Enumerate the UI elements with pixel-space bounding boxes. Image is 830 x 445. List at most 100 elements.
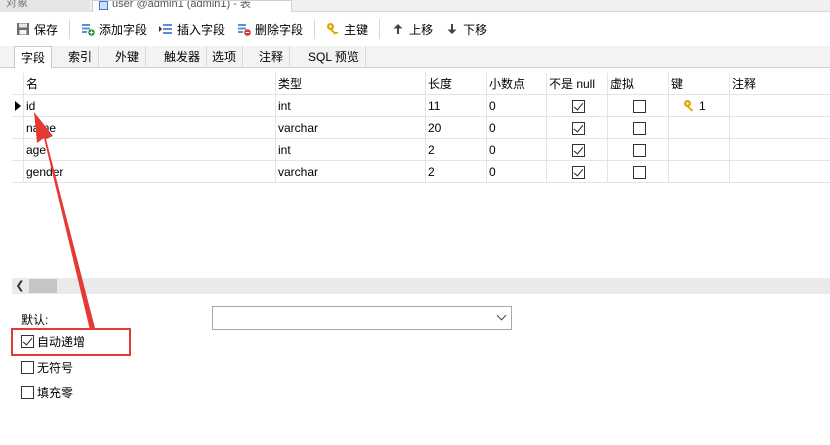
primary-key-button[interactable]: 主键 bbox=[320, 16, 374, 42]
virtual-cell[interactable] bbox=[608, 161, 669, 183]
tab-foreign-keys[interactable]: 外键 bbox=[109, 46, 147, 68]
field-length-cell[interactable]: 20 bbox=[426, 117, 487, 139]
field-comment-cell[interactable] bbox=[730, 117, 830, 139]
field-name-cell[interactable]: name bbox=[24, 117, 276, 139]
delete-field-button[interactable]: 删除字段 bbox=[231, 16, 309, 42]
not-null-cell[interactable] bbox=[547, 139, 608, 161]
not-null-checkbox[interactable] bbox=[571, 122, 585, 136]
key-cell[interactable]: 1 bbox=[669, 95, 730, 117]
horizontal-scrollbar[interactable]: ❮ bbox=[12, 278, 830, 294]
virtual-cell[interactable] bbox=[608, 139, 669, 161]
field-type-cell[interactable]: int bbox=[276, 95, 426, 117]
field-decimals-cell[interactable]: 0 bbox=[487, 117, 547, 139]
virtual-checkbox[interactable] bbox=[632, 100, 646, 114]
default-label: 默认: bbox=[21, 313, 49, 327]
save-icon bbox=[16, 22, 30, 36]
tab-indexes[interactable]: 索引 bbox=[62, 46, 100, 68]
header-comment[interactable]: 注释 bbox=[730, 73, 830, 95]
annotation-highlight-box bbox=[11, 328, 131, 356]
designer-tabs: 字段 索引 外键 触发器 选项 注释 SQL 预览 bbox=[0, 46, 830, 69]
field-decimals-cell[interactable]: 0 bbox=[487, 95, 547, 117]
field-comment-cell[interactable] bbox=[730, 161, 830, 183]
unsigned-label: 无符号 bbox=[37, 361, 74, 375]
key-cell[interactable] bbox=[669, 161, 730, 183]
not-null-checkbox[interactable] bbox=[571, 144, 585, 158]
delete-field-icon bbox=[237, 22, 251, 36]
field-length-cell[interactable]: 2 bbox=[426, 139, 487, 161]
virtual-checkbox[interactable] bbox=[632, 122, 646, 136]
header-decimals[interactable]: 小数点 bbox=[487, 73, 547, 95]
current-row-marker-icon bbox=[15, 101, 21, 111]
field-comment-cell[interactable] bbox=[730, 95, 830, 117]
field-decimals-cell[interactable]: 0 bbox=[487, 161, 547, 183]
toolbar-separator bbox=[314, 19, 316, 39]
header-name[interactable]: 名 bbox=[24, 73, 276, 95]
arrow-up-icon bbox=[391, 22, 405, 36]
not-null-cell[interactable] bbox=[547, 117, 608, 139]
toolbar-separator bbox=[69, 19, 71, 39]
table-row[interactable]: gender varchar 2 0 bbox=[12, 161, 830, 183]
save-button[interactable]: 保存 bbox=[10, 16, 64, 42]
scrollbar-thumb[interactable] bbox=[29, 279, 57, 293]
row-header-cell[interactable] bbox=[12, 95, 24, 117]
header-length[interactable]: 长度 bbox=[426, 73, 487, 95]
not-null-cell[interactable] bbox=[547, 161, 608, 183]
chevron-down-icon bbox=[496, 310, 507, 321]
tab-objects[interactable]: 对象 bbox=[0, 0, 90, 12]
tab-user-table-label: user @admin1 (admin1) - 表 bbox=[112, 0, 251, 10]
move-down-button[interactable]: 下移 bbox=[439, 16, 493, 42]
field-decimals-cell[interactable]: 0 bbox=[487, 139, 547, 161]
default-value-select[interactable] bbox=[212, 306, 512, 330]
field-name-cell[interactable]: gender bbox=[24, 161, 276, 183]
zerofill-label: 填充零 bbox=[37, 386, 74, 400]
header-key[interactable]: 键 bbox=[669, 73, 730, 95]
field-length-cell[interactable]: 11 bbox=[426, 95, 487, 117]
table-row[interactable]: id int 11 0 1 bbox=[12, 95, 830, 117]
tab-fields[interactable]: 字段 bbox=[14, 46, 53, 69]
not-null-cell[interactable] bbox=[547, 95, 608, 117]
header-type[interactable]: 类型 bbox=[276, 73, 426, 95]
row-header-cell[interactable] bbox=[12, 117, 24, 139]
field-type-cell[interactable]: varchar bbox=[276, 161, 426, 183]
tab-user-table[interactable]: user @admin1 (admin1) - 表 bbox=[92, 0, 292, 12]
add-field-button[interactable]: 添加字段 bbox=[75, 16, 153, 42]
unsigned-option[interactable]: 无符号 bbox=[21, 359, 73, 376]
key-cell[interactable] bbox=[669, 117, 730, 139]
scroll-left-icon[interactable]: ❮ bbox=[12, 278, 28, 294]
move-up-button[interactable]: 上移 bbox=[385, 16, 439, 42]
header-not-null[interactable]: 不是 null bbox=[547, 73, 608, 95]
field-name-cell[interactable]: age bbox=[24, 139, 276, 161]
row-header-cell[interactable] bbox=[12, 161, 24, 183]
not-null-checkbox[interactable] bbox=[571, 100, 585, 114]
field-name-cell[interactable]: id bbox=[24, 95, 276, 117]
row-header-cell[interactable] bbox=[12, 139, 24, 161]
toolbar-separator bbox=[379, 19, 381, 39]
insert-field-icon bbox=[159, 22, 173, 36]
key-icon bbox=[684, 100, 694, 112]
virtual-checkbox[interactable] bbox=[632, 166, 646, 180]
zerofill-option[interactable]: 填充零 bbox=[21, 384, 73, 401]
tab-options[interactable]: 选项 bbox=[206, 46, 244, 68]
header-virtual[interactable]: 虚拟 bbox=[608, 73, 669, 95]
virtual-cell[interactable] bbox=[608, 117, 669, 139]
field-comment-cell[interactable] bbox=[730, 139, 830, 161]
not-null-checkbox[interactable] bbox=[571, 166, 585, 180]
table-row[interactable]: age int 2 0 bbox=[12, 139, 830, 161]
virtual-cell[interactable] bbox=[608, 95, 669, 117]
field-length-cell[interactable]: 2 bbox=[426, 161, 487, 183]
virtual-checkbox[interactable] bbox=[632, 144, 646, 158]
key-cell[interactable] bbox=[669, 139, 730, 161]
key-order: 1 bbox=[699, 99, 706, 113]
grid-header-row: 名 类型 长度 小数点 不是 null 虚拟 键 注释 bbox=[12, 73, 830, 95]
tab-comments[interactable]: 注释 bbox=[253, 46, 291, 68]
field-type-cell[interactable]: varchar bbox=[276, 117, 426, 139]
table-icon bbox=[99, 1, 108, 10]
tab-triggers[interactable]: 触发器 bbox=[158, 46, 208, 68]
delete-field-label: 删除字段 bbox=[255, 22, 304, 37]
field-type-cell[interactable]: int bbox=[276, 139, 426, 161]
insert-field-button[interactable]: 插入字段 bbox=[153, 16, 231, 42]
zerofill-checkbox[interactable] bbox=[21, 386, 34, 399]
unsigned-checkbox[interactable] bbox=[21, 361, 34, 374]
tab-sql-preview[interactable]: SQL 预览 bbox=[302, 46, 366, 68]
table-row[interactable]: name varchar 20 0 bbox=[12, 117, 830, 139]
